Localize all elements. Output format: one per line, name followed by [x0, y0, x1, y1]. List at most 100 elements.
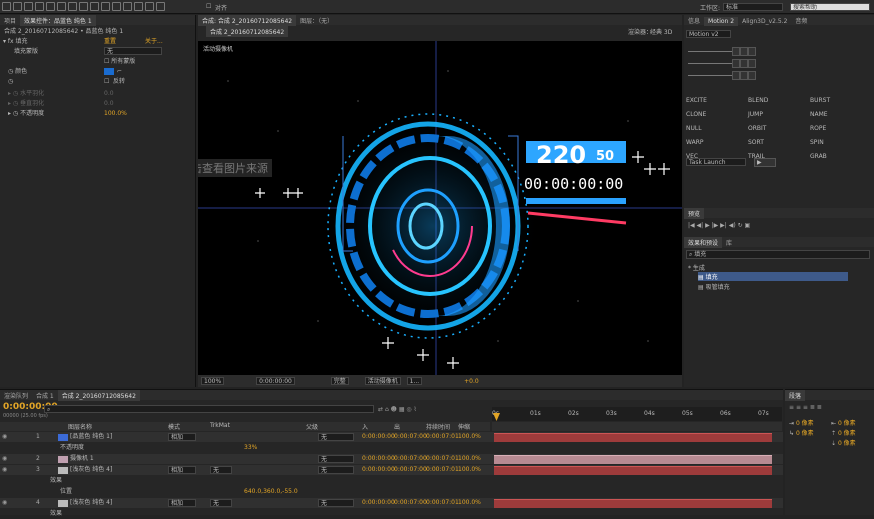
eyedropper-icon[interactable]: ⌐: [117, 67, 122, 77]
effects-search-input[interactable]: ⌕ 填充: [686, 250, 870, 259]
audio-icon[interactable]: ◀): [729, 222, 738, 229]
workspace-select[interactable]: 标准: [723, 3, 783, 11]
last-frame-icon[interactable]: ▶|: [720, 222, 729, 229]
ram-preview-icon[interactable]: ▣: [745, 222, 751, 229]
property-value[interactable]: 640.0,360.0,-55.0: [244, 487, 298, 497]
rotate-tool-icon[interactable]: [46, 2, 55, 11]
effects-tree-item-eyedropper[interactable]: ▤ 吸管填充: [698, 282, 730, 291]
anchor-btn[interactable]: [747, 59, 756, 68]
zoom-select[interactable]: 100%: [201, 377, 225, 385]
layer-name[interactable]: [浅灰色 纯色 4]: [70, 498, 112, 508]
layer-duration[interactable]: 0:00:07:01: [426, 498, 459, 508]
sort-button[interactable]: SORT: [748, 139, 810, 146]
layer-in[interactable]: 0:00:00:00: [362, 454, 395, 464]
layer-color-label[interactable]: [58, 467, 68, 474]
tab-paragraph[interactable]: 段落: [785, 390, 806, 401]
motion-blur-icon[interactable]: ◎: [406, 406, 413, 413]
views-select[interactable]: 1...: [406, 377, 423, 385]
layer-duration[interactable]: 0:00:07:01: [426, 454, 459, 464]
tab-project[interactable]: 项目: [0, 15, 20, 26]
space-before-value[interactable]: 0 像素: [838, 430, 856, 437]
property-value[interactable]: 33%: [244, 443, 257, 453]
anchor-btn[interactable]: [739, 59, 748, 68]
layer-mode-select[interactable]: 相加: [168, 466, 196, 474]
anchor-btn[interactable]: [732, 59, 740, 68]
stopwatch-icon[interactable]: ◷: [8, 78, 13, 85]
space-after[interactable]: ⇣ 0 像素: [831, 438, 856, 447]
expand-icon[interactable]: ▸ ◷: [8, 100, 20, 107]
text-tool-icon[interactable]: [101, 2, 110, 11]
tab-info[interactable]: 信息: [684, 15, 704, 26]
layer-out[interactable]: 0:00:07:00: [394, 432, 427, 442]
playhead[interactable]: [493, 413, 500, 421]
layer-bar-4[interactable]: [494, 499, 772, 508]
tab-audio[interactable]: 音频: [791, 15, 811, 26]
visibility-icon[interactable]: ◉: [2, 465, 7, 475]
first-line-indent[interactable]: ↳ 0 像素: [789, 428, 814, 437]
invert-checkbox[interactable]: ☐: [104, 77, 109, 87]
layer-color-label[interactable]: [58, 434, 68, 441]
layer-parent-select[interactable]: 无: [318, 499, 354, 507]
tab-library[interactable]: 库: [722, 237, 736, 248]
first-frame-icon[interactable]: |◀: [688, 222, 697, 229]
tab-effect-controls[interactable]: 效果控件：品蓝色 纯色 1: [20, 15, 96, 26]
layer-stretch[interactable]: 100.0%: [458, 498, 481, 508]
rect-tool-icon[interactable]: [79, 2, 88, 11]
spin-button[interactable]: SPIN: [810, 139, 824, 146]
layer-in[interactable]: 0:00:00:00: [362, 465, 395, 475]
anchor-btn[interactable]: [732, 71, 740, 80]
color-swatch[interactable]: [104, 68, 114, 75]
loop-icon[interactable]: ↻: [738, 222, 745, 229]
layer-name[interactable]: 摄像机 1: [70, 454, 94, 464]
renderer-value[interactable]: 经典 3D: [650, 27, 672, 36]
view-select[interactable]: 活动摄像机: [364, 377, 401, 385]
graph-editor-icon[interactable]: ⌇: [414, 406, 417, 413]
tab-comp1[interactable]: 合成 1: [32, 390, 58, 401]
expand-icon[interactable]: ▸ ◷: [8, 90, 20, 97]
selection-tool-icon[interactable]: [13, 2, 22, 11]
shy-icon[interactable]: ☻: [391, 406, 399, 413]
layer-bar-2[interactable]: [494, 455, 772, 464]
justify-all-icon[interactable]: ≣: [817, 404, 822, 411]
anchor-btn[interactable]: [747, 71, 756, 80]
indent-right-value[interactable]: 0 像素: [838, 420, 856, 427]
h-feather-value[interactable]: 0.0: [104, 89, 114, 99]
motion-slider-2[interactable]: [688, 63, 732, 64]
visibility-icon[interactable]: ◉: [2, 498, 7, 508]
layer-out[interactable]: 0:00:07:00: [394, 498, 427, 508]
motion-version-select[interactable]: Motion v2: [686, 30, 731, 38]
comp-chip[interactable]: 合成 2_20160712085642: [206, 26, 289, 37]
layer-mode-select[interactable]: 相加: [168, 499, 196, 507]
camera-tool-icon[interactable]: [57, 2, 66, 11]
space-after-value[interactable]: 0 像素: [838, 440, 856, 447]
prev-frame-icon[interactable]: ◀|: [697, 222, 706, 229]
tab-render-queue[interactable]: 渲染队列: [0, 390, 32, 401]
layer-color-label[interactable]: [58, 500, 68, 507]
opacity-value[interactable]: 100.0%: [104, 109, 127, 119]
null-button[interactable]: NULL: [686, 125, 748, 132]
layer-color-label[interactable]: [58, 456, 68, 463]
layer-stretch[interactable]: 100.0%: [458, 465, 481, 475]
tab-preview[interactable]: 预览: [684, 208, 705, 219]
roto-tool-icon[interactable]: [145, 2, 154, 11]
task-run-button[interactable]: ▶: [754, 158, 776, 167]
about-link[interactable]: 关于...: [145, 37, 163, 47]
rope-button[interactable]: ROPE: [810, 125, 826, 132]
motion-slider-3[interactable]: [688, 75, 732, 76]
jump-button[interactable]: JUMP: [748, 111, 810, 118]
indent-left-value[interactable]: 0 像素: [796, 420, 814, 427]
warp-button[interactable]: WARP: [686, 139, 748, 146]
stamp-tool-icon[interactable]: [123, 2, 132, 11]
motion-slider-1[interactable]: [688, 51, 732, 52]
layer-bar-1[interactable]: [494, 433, 772, 442]
tab-effects-presets[interactable]: 效果和预设: [684, 237, 723, 248]
burst-button[interactable]: BURST: [810, 97, 830, 104]
eraser-tool-icon[interactable]: [134, 2, 143, 11]
anchor-btn[interactable]: [739, 71, 748, 80]
align-left-icon[interactable]: ≡: [789, 404, 796, 411]
next-frame-icon[interactable]: |▶: [712, 222, 721, 229]
layer-in[interactable]: 0:00:00:00: [362, 432, 395, 442]
zoom-tool-icon[interactable]: [35, 2, 44, 11]
snap-checkbox[interactable]: ☐: [206, 3, 211, 10]
puppet-tool-icon[interactable]: [156, 2, 165, 11]
